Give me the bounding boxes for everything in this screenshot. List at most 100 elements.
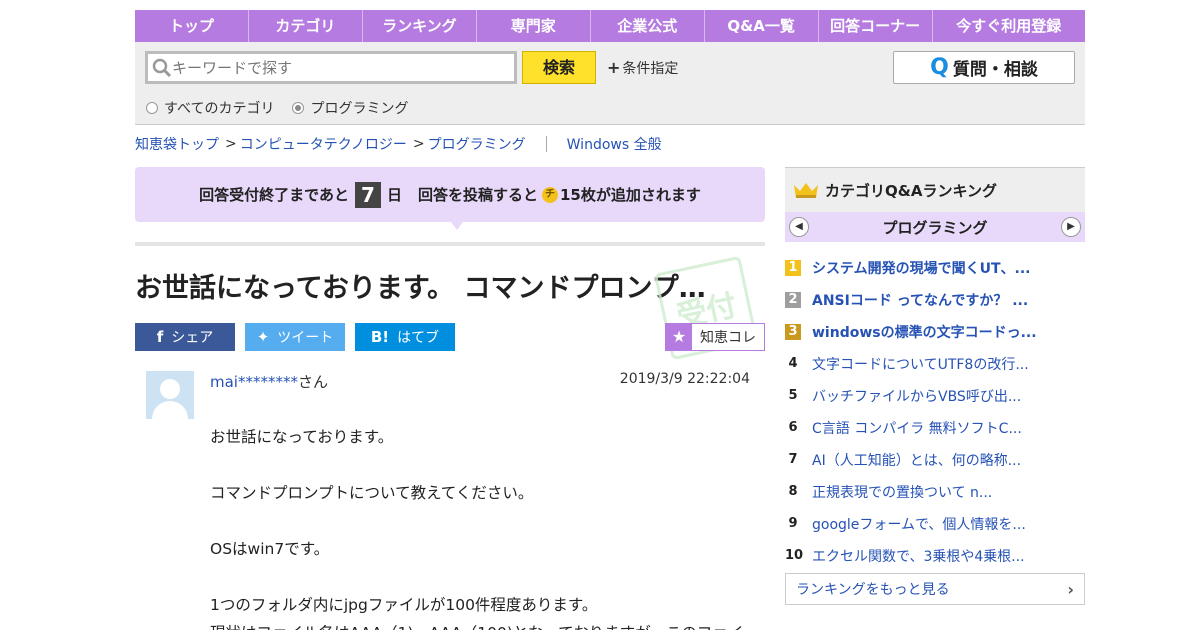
search-button[interactable]: 検索 — [522, 51, 596, 84]
twitter-share-label: ツイート — [277, 330, 334, 346]
ranking-item: 1 システム開発の現場で聞くUT、... — [785, 252, 1085, 284]
next-arrow-icon[interactable]: ▶ — [1060, 217, 1081, 237]
ranking-link[interactable]: googleフォームで、個人情報を... — [812, 514, 1026, 534]
ranking-more-link[interactable]: ランキングをもっと見る › — [785, 573, 1085, 605]
facebook-share-button[interactable]: f シェア — [135, 323, 235, 351]
rank-number: 5 — [788, 388, 798, 403]
hatena-share-label: はてブ — [397, 330, 440, 346]
hatena-icon: B! — [370, 328, 390, 346]
divider — [135, 242, 765, 246]
crumb-separator: > — [412, 136, 425, 152]
search-icon — [152, 58, 172, 78]
nav-experts[interactable]: 専門家 — [477, 10, 591, 42]
search-input[interactable] — [172, 56, 502, 80]
ranking-link[interactable]: エクセル関数で、3乗根や4乗根... — [812, 546, 1025, 566]
search-box — [145, 51, 517, 84]
rank-number: 2 — [785, 292, 801, 308]
ask-question-button[interactable]: Q 質問・相談 — [893, 51, 1075, 84]
plus-icon: + — [607, 58, 621, 77]
chevron-right-icon: › — [1067, 579, 1074, 599]
nav-ranking[interactable]: ランキング — [363, 10, 477, 42]
twitter-icon: ✦ — [256, 328, 270, 346]
ranking-link[interactable]: システム開発の現場で聞くUT、... — [812, 258, 1030, 278]
body-line: お世話になっております。 — [210, 428, 394, 446]
scope-all-radio[interactable]: すべてのカテゴリ — [146, 98, 274, 118]
nav-category[interactable]: カテゴリ — [249, 10, 363, 42]
ranking-item: 5 バッチファイルからVBS呼び出... — [785, 380, 1085, 412]
ranking-item: 9 googleフォームで、個人情報を... — [785, 508, 1085, 540]
post-date: 2019/3/9 22:22:04 — [619, 371, 750, 387]
nav-register[interactable]: 今すぐ利用登録 — [933, 10, 1085, 42]
condition-link[interactable]: + 条件指定 — [607, 58, 678, 78]
ranking-sidebar: カテゴリQ&Aランキング ◀ プログラミング ▶ 1 システム開発の現場で聞くUT… — [785, 167, 1085, 605]
author-link[interactable]: mai******** — [210, 373, 298, 391]
deadline-notice: 回答受付終了まであと 7 日 回答を投稿すると チ 15枚が追加されます — [135, 167, 765, 230]
crumb-divider — [545, 136, 547, 152]
global-nav: トップ カテゴリ ランキング 専門家 企業公式 Q&A一覧 回答コーナー 今すぐ… — [135, 10, 1085, 42]
ranking-item: 8 正規表現での置換ついて n... — [785, 476, 1085, 508]
notice-days: 7 — [354, 181, 381, 208]
body-line: OSはwin7です。 — [210, 540, 330, 558]
facebook-icon: f — [156, 328, 164, 346]
nav-top[interactable]: トップ — [135, 10, 249, 42]
crown-icon — [794, 183, 818, 198]
page: トップ カテゴリ ランキング 専門家 企業公式 Q&A一覧 回答コーナー 今すぐ… — [135, 10, 1085, 630]
ranking-link[interactable]: C言語 コンパイラ 無料ソフトC... — [812, 418, 1022, 438]
ranking-item: 7 AI（人工知能）とは、何の略称... — [785, 444, 1085, 476]
ranking-link[interactable]: AI（人工知能）とは、何の略称... — [812, 450, 1021, 470]
ranking-item: 3 windowsの標準の文字コードっ... — [785, 316, 1085, 348]
notice-prefix: 回答受付終了まであと — [199, 186, 349, 204]
ranking-item: 10 エクセル関数で、3乗根や4乗根... — [785, 540, 1085, 572]
scope-category-label: プログラミング — [310, 101, 409, 117]
body-line — [210, 507, 755, 535]
search-panel: 検索 +条件指定 すべてのカテゴリ プログラミング Q 質問・相談 — [135, 42, 1085, 125]
avatar[interactable] — [146, 371, 194, 419]
radio-off-icon — [146, 102, 158, 114]
radio-on-icon — [292, 102, 305, 114]
star-icon: ★ — [666, 324, 692, 350]
ranking-link[interactable]: windowsの標準の文字コードっ... — [812, 322, 1037, 342]
crumb-windows[interactable]: Windows 全般 — [567, 134, 662, 154]
ranking-item: 2 ANSIコード ってなんですか？ ... — [785, 284, 1085, 316]
rank-number: 9 — [788, 516, 798, 531]
question-body: お世話になっております。 コマンドプロンプトについて教えてください。 OSはwi… — [210, 423, 755, 630]
body-line — [210, 563, 755, 591]
ranking-item: 4 文字コードについてUTF8の改行... — [785, 348, 1085, 380]
rank-number: 4 — [788, 356, 798, 371]
notice-day-unit: 日 — [386, 186, 402, 204]
ask-question-label: 質問・相談 — [952, 60, 1038, 80]
coin-icon: チ — [542, 186, 558, 203]
body-line: 1つのフォルダ内にjpgファイルが100件程度あります。 — [210, 596, 598, 614]
rank-number: 7 — [788, 452, 798, 467]
question-column: 回答受付終了まであと 7 日 回答を投稿すると チ 15枚が追加されます 受付 … — [135, 167, 765, 630]
hatena-share-button[interactable]: B! はてブ — [355, 323, 455, 351]
body-line: コマンドプロンプトについて教えてください。 — [210, 484, 534, 502]
ranking-link[interactable]: ANSIコード ってなんですか？ ... — [812, 290, 1028, 310]
ranking-link[interactable]: 文字コードについてUTF8の改行... — [812, 354, 1029, 374]
breadcrumb: 知恵袋トップ > コンピュータテクノロジー > プログラミング Windows … — [135, 134, 662, 154]
rank-number: 3 — [785, 324, 801, 340]
crumb-top[interactable]: 知恵袋トップ — [135, 134, 219, 154]
twitter-share-button[interactable]: ✦ ツイート — [245, 323, 345, 351]
crumb-programming[interactable]: プログラミング — [428, 134, 526, 154]
crumb-separator: > — [225, 136, 237, 152]
ranking-header: カテゴリQ&Aランキング — [785, 167, 1085, 212]
ranking-link[interactable]: バッチファイルからVBS呼び出... — [812, 386, 1021, 406]
crumb-computer[interactable]: コンピュータテクノロジー — [240, 134, 407, 154]
author-suffix: さん — [297, 373, 328, 391]
scope-category-radio[interactable]: プログラミング — [292, 98, 408, 118]
nav-answer-corner[interactable]: 回答コーナー — [819, 10, 933, 42]
rank-number: 10 — [785, 548, 804, 563]
ranking-link[interactable]: 正規表現での置換ついて n... — [812, 482, 992, 502]
nav-qa-list[interactable]: Q&A一覧 — [705, 10, 819, 42]
collect-button[interactable]: ★ 知恵コレ — [665, 323, 765, 351]
ranking-item: 6 C言語 コンパイラ 無料ソフトC... — [785, 412, 1085, 444]
ranking-category-bar: ◀ プログラミング ▶ — [785, 212, 1085, 242]
facebook-share-label: シェア — [171, 330, 214, 346]
ranking-title: カテゴリQ&Aランキング — [825, 181, 997, 200]
nav-official[interactable]: 企業公式 — [591, 10, 705, 42]
prev-arrow-icon[interactable]: ◀ — [789, 217, 809, 237]
rank-number: 6 — [788, 420, 798, 435]
rank-number: 8 — [788, 484, 798, 499]
scope-all-label: すべてのカテゴリ — [164, 101, 275, 117]
